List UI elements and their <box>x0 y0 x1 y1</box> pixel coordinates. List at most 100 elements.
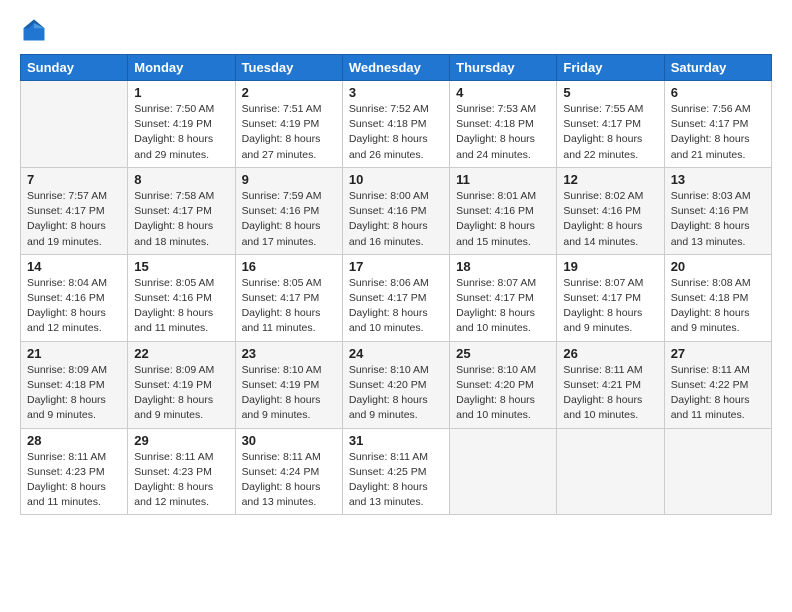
day-number: 18 <box>456 259 550 274</box>
day-info: Sunrise: 8:00 AMSunset: 4:16 PMDaylight:… <box>349 189 443 250</box>
sunset-text: Sunset: 4:19 PM <box>242 118 320 130</box>
day-number: 13 <box>671 172 765 187</box>
day-info: Sunrise: 8:11 AMSunset: 4:25 PMDaylight:… <box>349 450 443 511</box>
sunset-text: Sunset: 4:16 PM <box>242 205 320 217</box>
calendar-cell: 28Sunrise: 8:11 AMSunset: 4:23 PMDayligh… <box>21 428 128 515</box>
sunset-text: Sunset: 4:17 PM <box>671 118 749 130</box>
logo-icon <box>20 16 48 44</box>
sunset-text: Sunset: 4:18 PM <box>349 118 427 130</box>
daylight-text: Daylight: 8 hours and 19 minutes. <box>27 220 106 247</box>
daylight-text: Daylight: 8 hours and 9 minutes. <box>349 394 428 421</box>
day-number: 4 <box>456 85 550 100</box>
sunrise-text: Sunrise: 7:58 AM <box>134 190 214 202</box>
day-info: Sunrise: 8:01 AMSunset: 4:16 PMDaylight:… <box>456 189 550 250</box>
calendar-cell: 27Sunrise: 8:11 AMSunset: 4:22 PMDayligh… <box>664 341 771 428</box>
day-info: Sunrise: 8:07 AMSunset: 4:17 PMDaylight:… <box>563 276 657 337</box>
daylight-text: Daylight: 8 hours and 13 minutes. <box>242 481 321 508</box>
calendar-cell: 15Sunrise: 8:05 AMSunset: 4:16 PMDayligh… <box>128 254 235 341</box>
sunset-text: Sunset: 4:17 PM <box>242 292 320 304</box>
week-row-5: 28Sunrise: 8:11 AMSunset: 4:23 PMDayligh… <box>21 428 772 515</box>
calendar-cell: 11 Sunrise: 8:01 AMSunset: 4:16 PMDayligh… <box>450 167 557 254</box>
day-info: Sunrise: 8:11 AMSunset: 4:23 PMDaylight:… <box>27 450 121 511</box>
week-row-3: 14Sunrise: 8:04 AMSunset: 4:16 PMDayligh… <box>21 254 772 341</box>
calendar-cell: 24 Sunrise: 8:10 AM Sunset: 4:20 PM Dayligh… <box>342 341 449 428</box>
day-info: Sunrise: 8:03 AMSunset: 4:16 PMDaylight:… <box>671 189 765 250</box>
day-info: Sunrise: 8:04 AMSunset: 4:16 PMDaylight:… <box>27 276 121 337</box>
sunrise-text: Sunrise: 8:09 AM <box>134 364 214 376</box>
day-number: 23 <box>242 346 336 361</box>
sunrise-text: Sunrise: 8:04 AM <box>27 277 107 289</box>
calendar-cell: 30 Sunrise: 8:11 AM Sunset: 4:24 PM Dayligh… <box>235 428 342 515</box>
calendar-cell: 19Sunrise: 8:07 AMSunset: 4:17 PMDayligh… <box>557 254 664 341</box>
sunset-text: Sunset: 4:16 PM <box>349 205 427 217</box>
sunrise-text: Sunrise: 8:10 AM <box>349 364 429 376</box>
day-number: 14 <box>27 259 121 274</box>
calendar-cell: 20Sunrise: 8:08 AMSunset: 4:18 PMDayligh… <box>664 254 771 341</box>
page: SundayMondayTuesdayWednesdayThursdayFrid… <box>0 0 792 612</box>
calendar-cell: 4Sunrise: 7:53 AMSunset: 4:18 PMDaylight… <box>450 81 557 168</box>
sunrise-text: Sunrise: 7:52 AM <box>349 103 429 115</box>
daylight-text: Daylight: 8 hours and 9 minutes. <box>242 394 321 421</box>
sunrise-text: Sunrise: 8:05 AM <box>242 277 322 289</box>
sunrise-text: Sunrise: 8:03 AM <box>671 190 751 202</box>
sunrise-text: Sunrise: 8:07 AM <box>456 277 536 289</box>
column-header-wednesday: Wednesday <box>342 55 449 81</box>
day-info: Sunrise: 7:55 AMSunset: 4:17 PMDaylight:… <box>563 102 657 163</box>
daylight-text: Daylight: 8 hours and 27 minutes. <box>242 133 321 160</box>
day-info: Sunrise: 7:56 AMSunset: 4:17 PMDaylight:… <box>671 102 765 163</box>
sunset-text: Sunset: 4:18 PM <box>671 292 749 304</box>
sunrise-text: Sunrise: 8:11 AM <box>27 451 106 463</box>
daylight-text: Daylight: 8 hours and 9 minutes. <box>563 307 642 334</box>
sunset-text: Sunset: 4:19 PM <box>134 118 212 130</box>
sunset-text: Sunset: 4:16 PM <box>134 292 212 304</box>
day-number: 15 <box>134 259 228 274</box>
week-row-4: 21Sunrise: 8:09 AMSunset: 4:18 PMDayligh… <box>21 341 772 428</box>
daylight-text: Daylight: 8 hours and 12 minutes. <box>134 481 213 508</box>
daylight-text: Daylight: 8 hours and 22 minutes. <box>563 133 642 160</box>
day-info: Sunrise: 8:09 AMSunset: 4:19 PMDaylight:… <box>134 363 228 424</box>
sunrise-text: Sunrise: 7:57 AM <box>27 190 107 202</box>
sunrise-text: Sunrise: 8:05 AM <box>134 277 214 289</box>
day-number: 1 <box>134 85 228 100</box>
sunrise-text: Sunrise: 7:50 AM <box>134 103 214 115</box>
day-info: Sunrise: 8:07 AMSunset: 4:17 PMDaylight:… <box>456 276 550 337</box>
sunset-text: Sunset: 4:24 PM <box>242 466 320 478</box>
day-info: Sunrise: 8:02 AMSunset: 4:16 PMDaylight:… <box>563 189 657 250</box>
sunrise-text: Sunrise: 8:00 AM <box>349 190 429 202</box>
daylight-text: Daylight: 8 hours and 17 minutes. <box>242 220 321 247</box>
day-info: Sunrise: 8:10 AM Sunset: 4:20 PM Daylight:… <box>349 363 443 424</box>
sunrise-text: Sunrise: 8:11 AM <box>242 451 321 463</box>
sunset-text: Sunset: 4:23 PM <box>134 466 212 478</box>
daylight-text: Daylight: 8 hours and 21 minutes. <box>671 133 750 160</box>
calendar-cell: 14 Sunrise: 8:04 AMSunset: 4:16 PMDayligh… <box>21 254 128 341</box>
day-number: 11 <box>456 172 550 187</box>
sunrise-text: Sunrise: 8:11 AM <box>563 364 642 376</box>
day-number: 12 <box>563 172 657 187</box>
sunrise-text: Sunrise: 7:53 AM <box>456 103 536 115</box>
header <box>20 16 772 44</box>
day-info: Sunrise: 8:10 AMSunset: 4:20 PMDaylight:… <box>456 363 550 424</box>
sunrise-text: Sunrise: 8:10 AM <box>242 364 322 376</box>
day-info: Sunrise: 7:58 AMSunset: 4:17 PMDaylight:… <box>134 189 228 250</box>
sunset-text: Sunset: 4:21 PM <box>563 379 641 391</box>
daylight-text: Daylight: 8 hours and 10 minutes. <box>349 307 428 334</box>
sunrise-text: Sunrise: 8:06 AM <box>349 277 429 289</box>
day-number: 30 <box>242 433 336 448</box>
sunset-text: Sunset: 4:16 PM <box>456 205 534 217</box>
daylight-text: Daylight: 8 hours and 13 minutes. <box>349 481 428 508</box>
calendar-cell: 5Sunrise: 7:55 AMSunset: 4:17 PMDaylight… <box>557 81 664 168</box>
sunset-text: Sunset: 4:25 PM <box>349 466 427 478</box>
calendar-cell: 13 Sunrise: 8:03 AMSunset: 4:16 PMDayligh… <box>664 167 771 254</box>
calendar-cell <box>450 428 557 515</box>
calendar-cell: 2Sunrise: 7:51 AMSunset: 4:19 PMDaylight… <box>235 81 342 168</box>
sunset-text: Sunset: 4:17 PM <box>563 292 641 304</box>
daylight-text: Daylight: 8 hours and 9 minutes. <box>27 394 106 421</box>
day-info: Sunrise: 8:11 AMSunset: 4:21 PMDaylight:… <box>563 363 657 424</box>
sunset-text: Sunset: 4:20 PM <box>349 379 427 391</box>
sunrise-text: Sunrise: 8:09 AM <box>27 364 107 376</box>
day-number: 6 <box>671 85 765 100</box>
day-info: Sunrise: 8:11 AM Sunset: 4:24 PM Daylight:… <box>242 450 336 511</box>
day-info: Sunrise: 8:11 AMSunset: 4:22 PMDaylight:… <box>671 363 765 424</box>
day-number: 24 <box>349 346 443 361</box>
daylight-text: Daylight: 8 hours and 26 minutes. <box>349 133 428 160</box>
